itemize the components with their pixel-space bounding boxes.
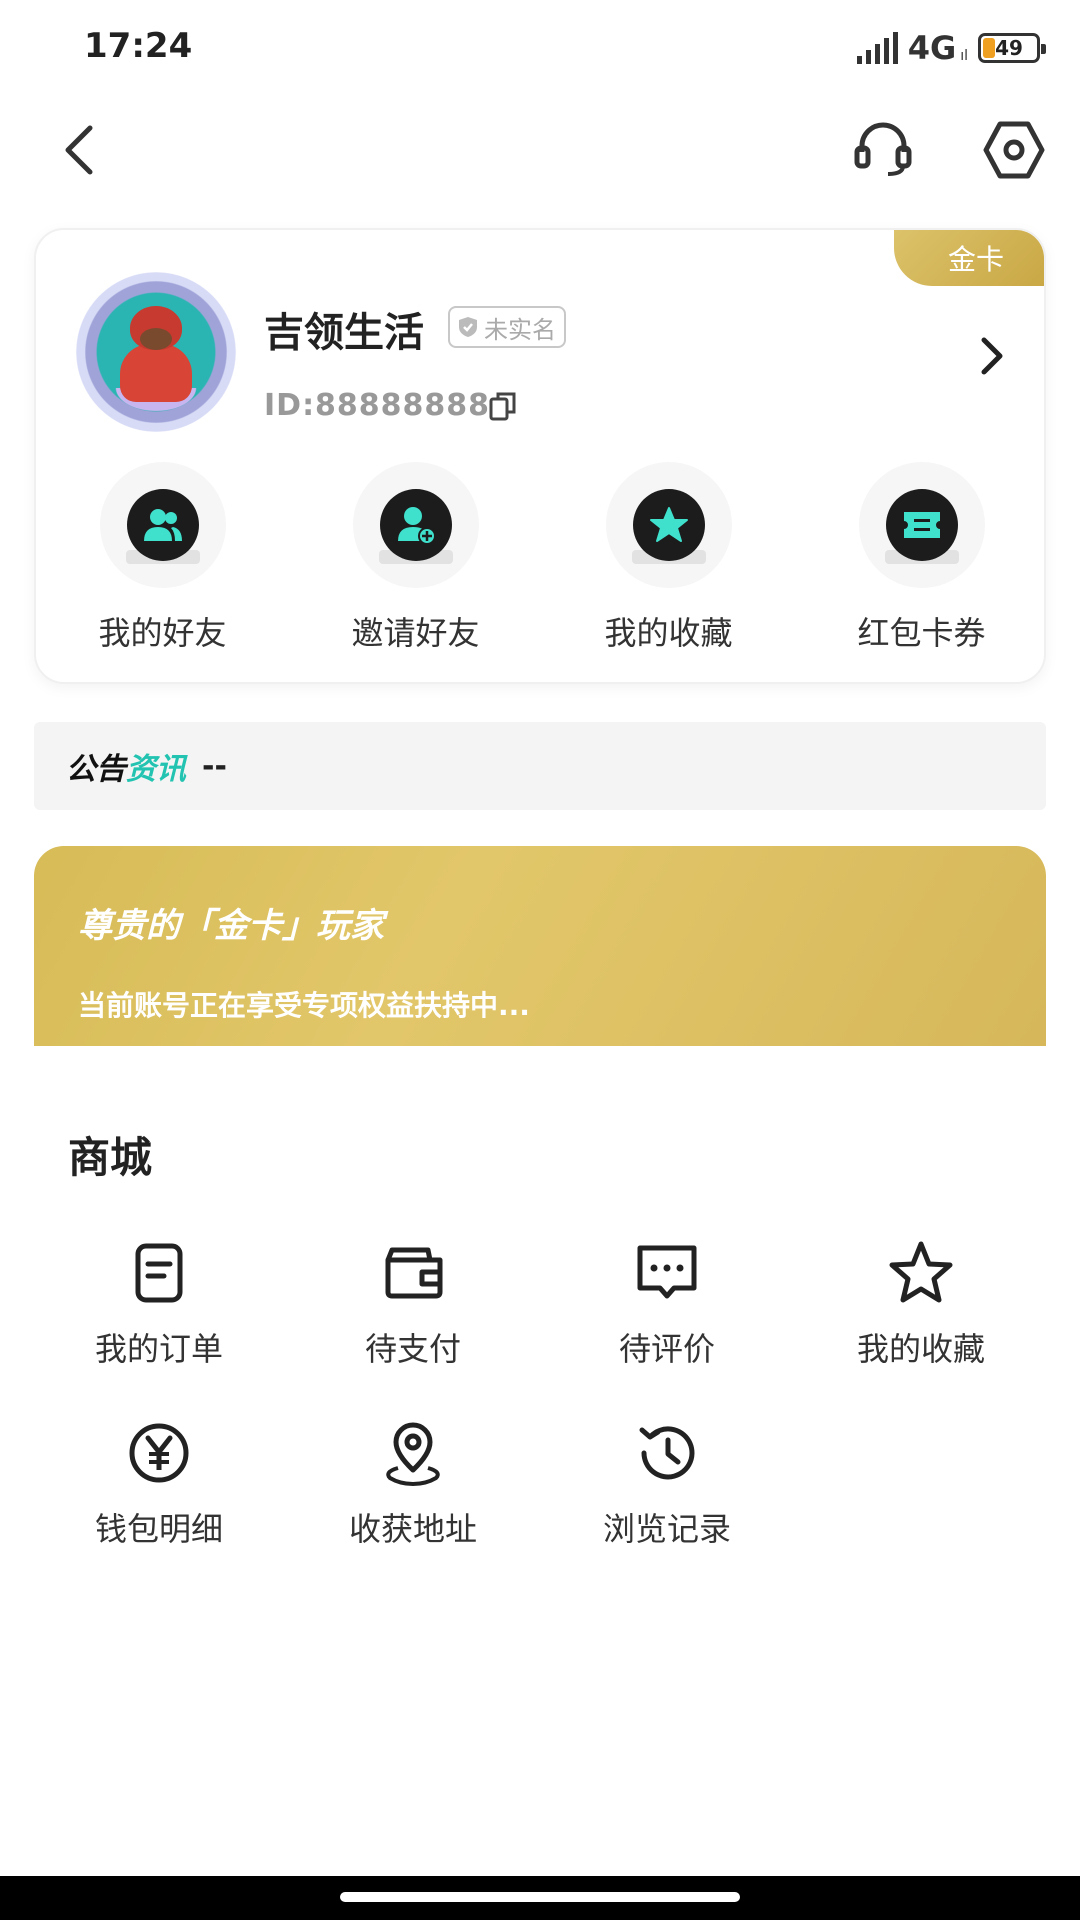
mall-item-wallet-details[interactable]: 钱包明细 xyxy=(32,1418,286,1598)
gold-banner-title: 尊贵的「金卡」玩家 xyxy=(78,906,384,946)
quick-action-coupons[interactable]: 红包卡券 xyxy=(795,462,1044,662)
mall-item-label: 我的收藏 xyxy=(856,1330,985,1368)
mall-grid: 我的订单 待支付 待评价 我的收藏 钱包明细 收获地址 浏览记录 xyxy=(32,1238,1048,1598)
copy-icon[interactable] xyxy=(488,390,518,422)
chevron-left-icon[interactable] xyxy=(54,120,104,180)
mall-item-label: 我的订单 xyxy=(94,1330,223,1368)
status-indicators: 4G ıl 49 xyxy=(856,28,1046,68)
avatar[interactable] xyxy=(76,272,236,432)
mall-item-label: 收获地址 xyxy=(348,1510,477,1548)
quick-action-friends[interactable]: 我的好友 xyxy=(36,462,289,662)
status-time: 17:24 xyxy=(84,26,193,66)
verify-status-badge[interactable]: 未实名 xyxy=(448,306,566,348)
mall-item-orders[interactable]: 我的订单 xyxy=(32,1238,286,1418)
quick-action-label: 我的好友 xyxy=(98,614,227,652)
network-activity: ıl xyxy=(960,48,968,64)
user-id: ID:88888888 xyxy=(264,388,491,423)
battery-fill xyxy=(983,38,995,58)
announcement-label: 公告 xyxy=(66,752,126,787)
location-icon xyxy=(386,1422,440,1487)
announcement-bar[interactable]: 公告 资讯 -- xyxy=(34,722,1046,810)
mall-item-pending-review[interactable]: 待评价 xyxy=(540,1238,794,1418)
mall-item-label: 待评价 xyxy=(618,1330,715,1368)
mall-section-title: 商城 xyxy=(68,1133,153,1182)
status-bar: 17:24 4G ıl 49 xyxy=(0,0,1080,96)
quick-action-bubble xyxy=(352,462,479,588)
star-outline-icon xyxy=(889,1241,953,1303)
history-icon xyxy=(639,1426,695,1480)
mall-row: 钱包明细 收获地址 浏览记录 xyxy=(32,1418,1048,1598)
signal-icon xyxy=(856,32,898,64)
mall-item-history[interactable]: 浏览记录 xyxy=(540,1418,794,1598)
star-icon xyxy=(632,489,705,561)
quick-action-label: 红包卡券 xyxy=(857,614,986,652)
quick-action-favorites[interactable]: 我的收藏 xyxy=(542,462,795,662)
yen-icon xyxy=(129,1423,189,1483)
gold-member-banner[interactable]: 尊贵的「金卡」玩家 当前账号正在享受专项权益扶持中... xyxy=(34,846,1046,1046)
mall-row: 我的订单 待支付 待评价 我的收藏 xyxy=(32,1238,1048,1418)
mall-item-label: 钱包明细 xyxy=(94,1510,223,1548)
profile-card: 金卡 吉领生活 未实名 ID:88888888 我的好友 邀请好友 我的收藏 红… xyxy=(34,228,1046,684)
mall-item-favorites[interactable]: 我的收藏 xyxy=(794,1238,1048,1418)
mall-item-pending-payment[interactable]: 待支付 xyxy=(286,1238,540,1418)
mall-item-label: 浏览记录 xyxy=(602,1510,731,1548)
announcement-text: -- xyxy=(202,748,227,784)
avatar-bear-image xyxy=(120,306,192,402)
tier-badge: 金卡 xyxy=(894,230,1044,286)
gold-banner-subtitle: 当前账号正在享受专项权益扶持中... xyxy=(78,989,530,1022)
shield-icon xyxy=(459,317,477,337)
mall-item-label: 待支付 xyxy=(364,1330,461,1368)
coupon-icon xyxy=(885,489,958,561)
news-label: 资讯 xyxy=(126,752,186,787)
quick-actions: 我的好友 邀请好友 我的收藏 红包卡券 xyxy=(36,462,1044,662)
hexagon-gear-icon[interactable] xyxy=(982,118,1046,182)
quick-action-label: 邀请好友 xyxy=(351,614,480,652)
quick-action-bubble xyxy=(605,462,732,588)
add-friend-icon xyxy=(379,489,452,561)
battery-level: 49 xyxy=(995,36,1023,60)
quick-action-bubble xyxy=(99,462,226,588)
username: 吉领生活 xyxy=(264,310,424,356)
quick-action-invite[interactable]: 邀请好友 xyxy=(289,462,542,662)
order-icon xyxy=(135,1243,183,1303)
headset-icon[interactable] xyxy=(852,118,914,180)
mall-item-address[interactable]: 收获地址 xyxy=(286,1418,540,1598)
friends-icon xyxy=(126,489,199,561)
home-indicator[interactable] xyxy=(340,1892,740,1902)
chevron-right-icon[interactable] xyxy=(976,334,1006,378)
quick-action-bubble xyxy=(858,462,985,588)
network-type: 4G xyxy=(907,29,957,67)
wallet-icon xyxy=(385,1247,443,1299)
quick-action-label: 我的收藏 xyxy=(604,614,733,652)
verify-status-label: 未实名 xyxy=(484,315,556,344)
comment-icon xyxy=(637,1245,697,1299)
battery-icon: 49 xyxy=(978,33,1046,63)
